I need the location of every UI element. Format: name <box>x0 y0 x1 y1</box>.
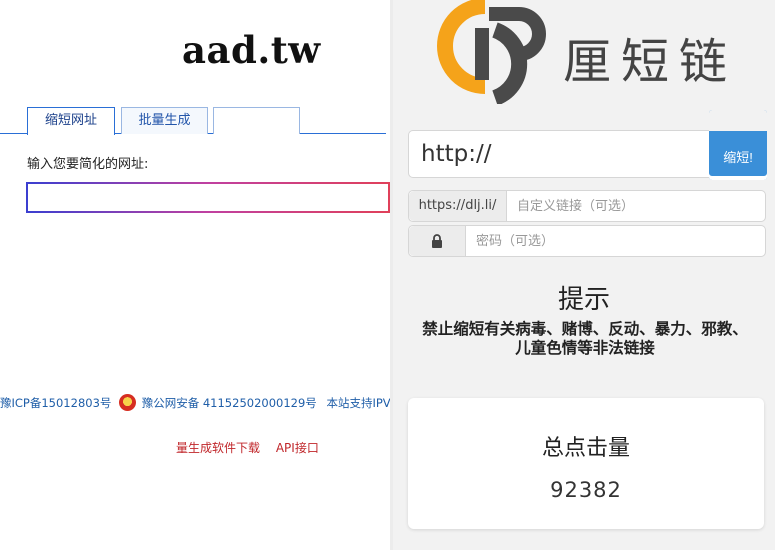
url-input[interactable] <box>26 182 390 213</box>
brand-name: 厘短链 <box>563 34 738 90</box>
shorten-button[interactable]: 缩短! <box>709 110 767 180</box>
ipv6-support-text: 本站支持IPV6访 <box>326 395 390 410</box>
stats-card: 总点击量 92382 <box>408 398 764 529</box>
lock-addon <box>409 226 466 256</box>
batch-software-download-link[interactable]: 量生成软件下载 <box>176 441 260 455</box>
police-record-link[interactable]: 豫公网安备 41152502000129号 <box>142 394 317 412</box>
tab-empty[interactable] <box>213 107 300 134</box>
site-title: aad.tw <box>182 28 321 72</box>
custom-alias-input[interactable] <box>507 191 765 221</box>
tab-batch-generate[interactable]: 批量生成 <box>121 107 208 134</box>
stats-label: 总点击量 <box>541 436 630 461</box>
icp-link[interactable]: 豫ICP备15012803号 <box>0 394 111 412</box>
police-badge-icon <box>119 394 137 411</box>
url-input-label: 输入您要简化的网址: <box>27 157 149 172</box>
shorten-button-label: 缩短! <box>723 150 753 165</box>
tab-shorten-url[interactable]: 缩短网址 <box>27 107 115 135</box>
tab-bar: 缩短网址 批量生成 <box>0 107 390 135</box>
dlj-panel: 厘短链 缩短! https://dlj.li/ 提示 禁止缩短有关病毒、赌博、反… <box>393 0 775 550</box>
password-input[interactable] <box>466 226 765 256</box>
api-link[interactable]: API接口 <box>276 441 319 455</box>
tip-text: 禁止缩短有关病毒、赌博、反动、暴力、邪教、儿童色情等非法链接 <box>422 320 748 357</box>
brand-logo-icon <box>437 0 546 104</box>
domain-prefix: https://dlj.li/ <box>409 191 507 221</box>
footer-registration: 豫ICP备15012803号 豫公网安备 41152502000129号 本站支… <box>0 393 390 411</box>
password-group <box>408 225 766 257</box>
tip-title: 提示 <box>557 285 610 315</box>
lock-icon <box>432 233 442 248</box>
total-clicks-value: 92382 <box>550 478 622 502</box>
aad-panel: aad.tw 缩短网址 批量生成 输入您要简化的网址: 豫ICP备1501280… <box>0 0 390 550</box>
custom-alias-group: https://dlj.li/ <box>408 190 766 222</box>
long-url-input[interactable] <box>409 131 709 177</box>
long-url-group: 缩短! <box>408 110 767 180</box>
footer-links: 量生成软件下载 API接口 <box>176 439 331 456</box>
